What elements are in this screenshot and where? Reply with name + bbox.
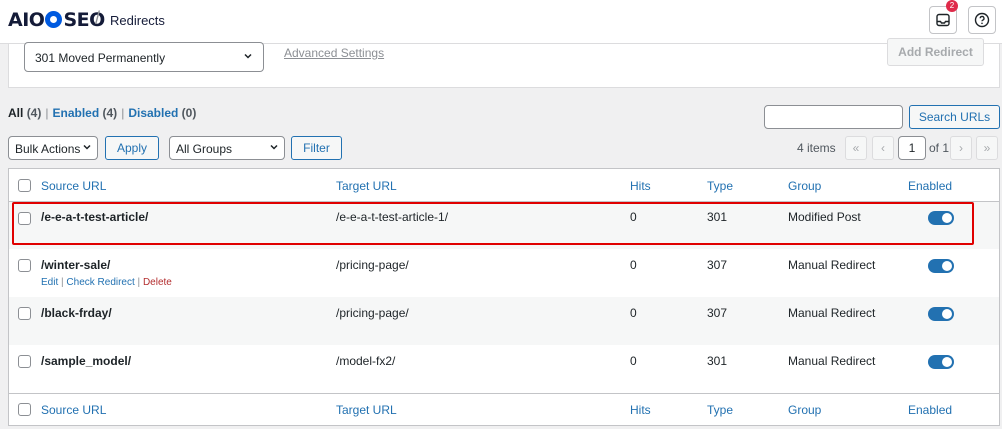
target-url: /pricing-page/ (336, 258, 409, 272)
source-url[interactable]: /black-frday/ (41, 306, 112, 320)
col-target-url[interactable]: Target URL (336, 403, 397, 417)
notifications-badge: 2 (946, 0, 958, 12)
items-count: 4 items (797, 141, 836, 155)
table-row: /winter-sale/ Edit | Check Redirect | De… (9, 249, 999, 297)
groups-select[interactable]: All Groups (169, 136, 285, 160)
view-all-count: (4) (26, 106, 42, 120)
search-urls-button[interactable]: Search URLs (909, 105, 1000, 129)
breadcrumb-current: Redirects (110, 13, 165, 28)
enabled-toggle[interactable] (928, 259, 954, 273)
edit-link[interactable]: Edit (41, 277, 58, 288)
status-filter-links: All (4) | Enabled (4) | Disabled (0) (8, 106, 197, 120)
chevron-down-icon (270, 144, 278, 150)
col-hits[interactable]: Hits (630, 179, 651, 193)
check-redirect-link[interactable]: Check Redirect (66, 277, 134, 288)
col-group[interactable]: Group (788, 179, 821, 193)
first-page-button[interactable]: « (845, 136, 867, 160)
logo-gear-icon (45, 11, 63, 28)
col-enabled[interactable]: Enabled (908, 179, 952, 193)
col-source-url[interactable]: Source URL (41, 403, 106, 417)
hits: 0 (630, 354, 637, 368)
prev-page-button[interactable]: ‹ (872, 136, 894, 160)
hits: 0 (630, 258, 637, 272)
action-separator: | (61, 277, 64, 288)
help-button[interactable] (968, 6, 996, 34)
enabled-toggle[interactable] (928, 355, 954, 369)
last-page-button[interactable]: » (976, 136, 998, 160)
redirect-type: 307 (707, 258, 728, 272)
redirect-type-value: 301 Moved Permanently (35, 51, 166, 65)
enabled-toggle[interactable] (928, 307, 954, 321)
view-enabled-count: (4) (102, 106, 118, 120)
col-source-url[interactable]: Source URL (41, 179, 106, 193)
table-row: /sample_model/ /model-fx2/ 0 301 Manual … (9, 345, 999, 393)
view-enabled-label: Enabled (52, 106, 100, 120)
add-redirect-card: 301 Moved Permanently Advanced Settings … (8, 38, 1000, 88)
search-input[interactable] (764, 105, 903, 129)
table-row: /black-frday/ /pricing-page/ 0 307 Manua… (9, 297, 999, 345)
row-checkbox[interactable] (18, 259, 31, 272)
groups-value: All Groups (176, 142, 233, 156)
group: Manual Redirect (788, 306, 876, 320)
select-all-checkbox[interactable] (18, 403, 31, 416)
col-target-url[interactable]: Target URL (336, 179, 397, 193)
total-pages: of 1 (929, 141, 950, 155)
advanced-settings-link[interactable]: Advanced Settings (284, 46, 384, 60)
filter-button[interactable]: Filter (291, 136, 342, 160)
next-page-button[interactable]: › (950, 136, 972, 160)
inbox-icon (936, 13, 950, 27)
group: Manual Redirect (788, 258, 876, 272)
view-all[interactable]: All (4) (8, 106, 41, 120)
breadcrumb-separator: / (95, 8, 101, 28)
highlight-box (12, 202, 974, 245)
view-disabled-count: (0) (181, 106, 197, 120)
add-redirect-button[interactable]: Add Redirect (887, 38, 984, 66)
delete-link[interactable]: Delete (143, 277, 172, 288)
col-enabled[interactable]: Enabled (908, 403, 952, 417)
source-url[interactable]: /sample_model/ (41, 354, 131, 368)
col-type[interactable]: Type (707, 403, 733, 417)
chevron-down-icon (244, 53, 252, 59)
redirect-type: 307 (707, 306, 728, 320)
logo-text-aio: AIO (8, 9, 45, 31)
view-all-label: All (8, 106, 24, 120)
view-enabled[interactable]: Enabled (4) (52, 106, 117, 120)
col-hits[interactable]: Hits (630, 403, 651, 417)
view-disabled-label: Disabled (128, 106, 179, 120)
row-checkbox[interactable] (18, 355, 31, 368)
bulk-actions-value: Bulk Actions (15, 142, 81, 156)
action-separator: | (137, 277, 141, 288)
current-page-input[interactable]: 1 (898, 136, 926, 160)
apply-button[interactable]: Apply (105, 136, 159, 160)
group: Manual Redirect (788, 354, 876, 368)
redirect-type: 301 (707, 354, 728, 368)
view-disabled[interactable]: Disabled (0) (128, 106, 196, 120)
target-url: /model-fx2/ (336, 354, 396, 368)
help-icon (974, 12, 990, 28)
table-footer-row: Source URL Target URL Hits Type Group En… (9, 394, 999, 426)
source-url[interactable]: /winter-sale/ (41, 258, 110, 272)
bulk-actions-select[interactable]: Bulk Actions (8, 136, 98, 160)
target-url: /pricing-page/ (336, 306, 409, 320)
aioseo-logo[interactable]: AIO SEO (8, 9, 105, 31)
redirect-type-select[interactable]: 301 Moved Permanently (24, 42, 264, 72)
select-all-checkbox[interactable] (18, 179, 31, 192)
hits: 0 (630, 306, 637, 320)
table-header-row: Source URL Target URL Hits Type Group En… (9, 169, 999, 201)
col-type[interactable]: Type (707, 179, 733, 193)
chevron-down-icon (83, 144, 91, 150)
top-bar: AIO SEO / Redirects 2 (0, 0, 1002, 44)
col-group[interactable]: Group (788, 403, 821, 417)
row-checkbox[interactable] (18, 307, 31, 320)
row-actions: Edit | Check Redirect | Delete (41, 277, 172, 288)
